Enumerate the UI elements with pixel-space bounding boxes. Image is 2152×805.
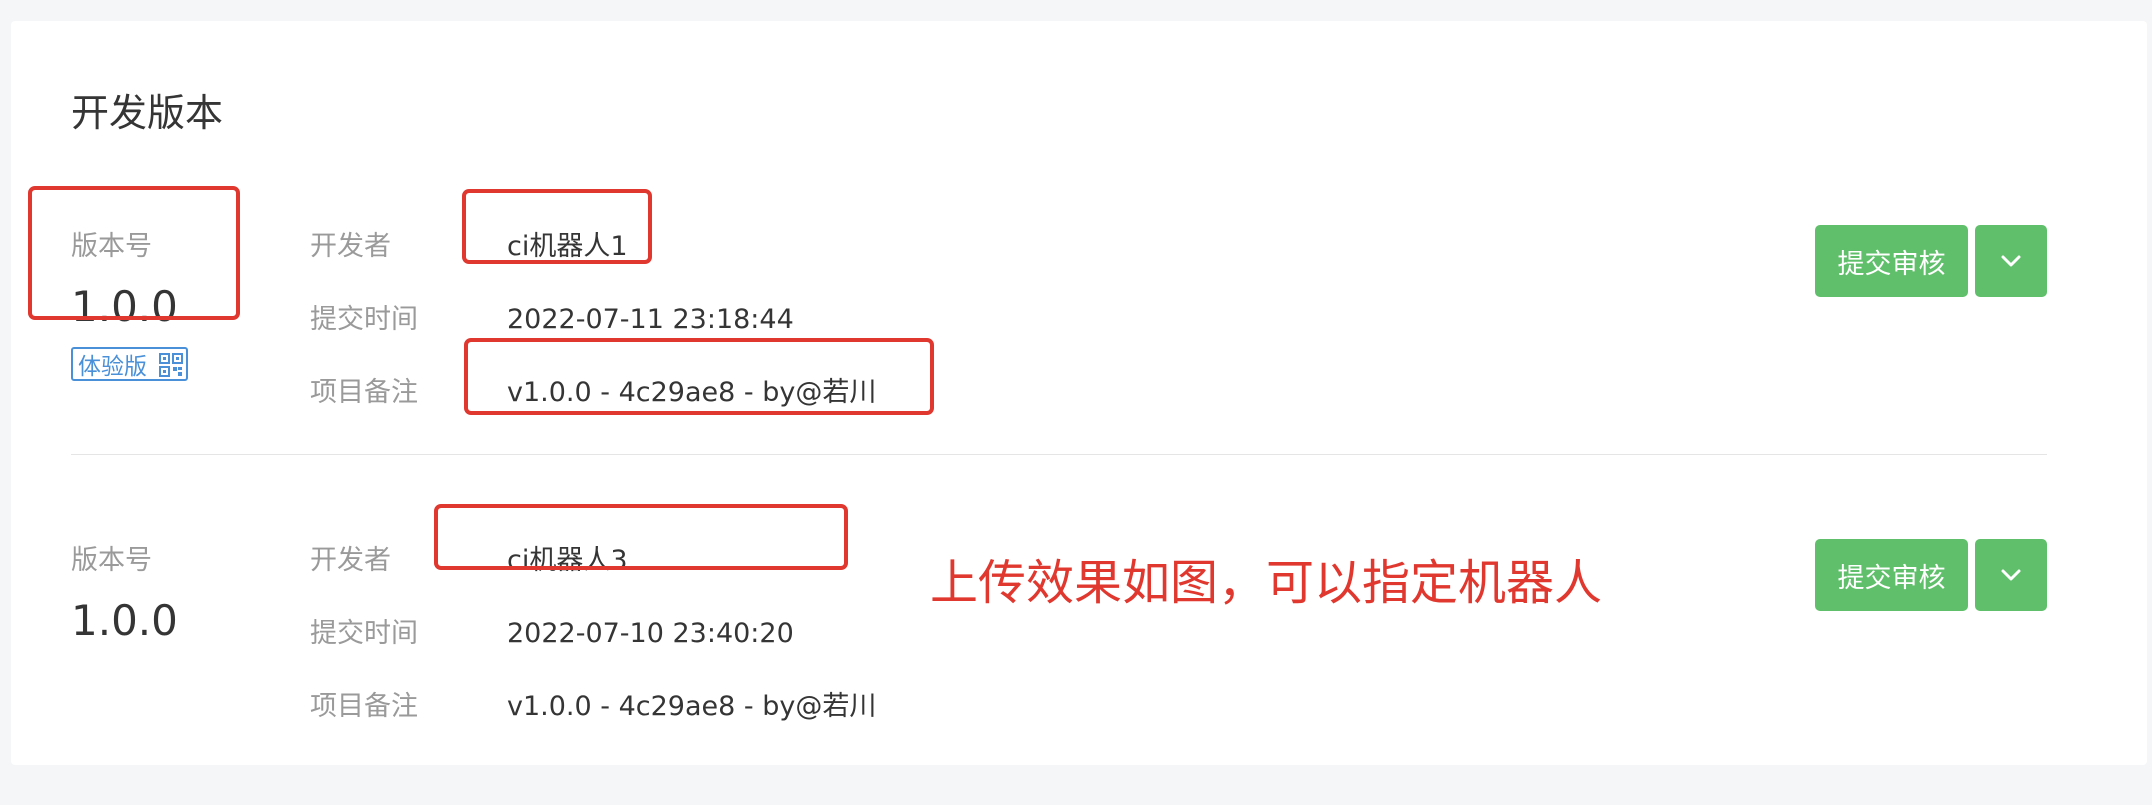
annotation-text: 上传效果如图，可以指定机器人 (930, 555, 1603, 611)
project-note-value: v1.0.0 - 4c29ae8 - by@若川 (507, 691, 877, 722)
annotation-box-note-1 (464, 338, 934, 415)
annotation-box-version (28, 186, 240, 320)
chevron-down-icon (2001, 569, 2021, 581)
project-note-label: 项目备注 (310, 377, 418, 408)
annotation-box-developer-3 (434, 504, 848, 570)
version-item-1: 版本号 1.0.0 体验版 开发者 ci机器人1 提交时间 2022-07-11… (11, 191, 2147, 491)
chevron-down-icon (2001, 255, 2021, 267)
submit-review-button[interactable]: 提交审核 (1815, 539, 1968, 611)
developer-label: 开发者 (310, 231, 391, 262)
experience-version-badge[interactable]: 体验版 (71, 347, 188, 381)
version-label: 版本号 (71, 545, 152, 576)
version-item-2: 版本号 1.0.0 开发者 ci机器人3 提交时间 2022-07-10 23:… (11, 505, 2147, 805)
developer-label: 开发者 (310, 545, 391, 576)
badge-label: 体验版 (78, 354, 147, 380)
dev-version-card: 开发版本 版本号 1.0.0 体验版 开发者 ci机器人1 提交时间 2022-… (11, 21, 2147, 765)
annotation-box-developer-1 (462, 189, 652, 264)
submit-time-value: 2022-07-11 23:18:44 (507, 304, 794, 335)
divider (71, 454, 2047, 455)
page-title: 开发版本 (71, 91, 224, 135)
submit-time-label: 提交时间 (310, 304, 418, 335)
submit-review-button[interactable]: 提交审核 (1815, 225, 1968, 297)
project-note-label: 项目备注 (310, 691, 418, 722)
submit-time-value: 2022-07-10 23:40:20 (507, 618, 794, 649)
submit-time-label: 提交时间 (310, 618, 418, 649)
more-options-button[interactable] (1975, 225, 2047, 297)
version-number: 1.0.0 (71, 596, 178, 645)
qr-code-icon[interactable] (159, 353, 183, 377)
more-options-button[interactable] (1975, 539, 2047, 611)
